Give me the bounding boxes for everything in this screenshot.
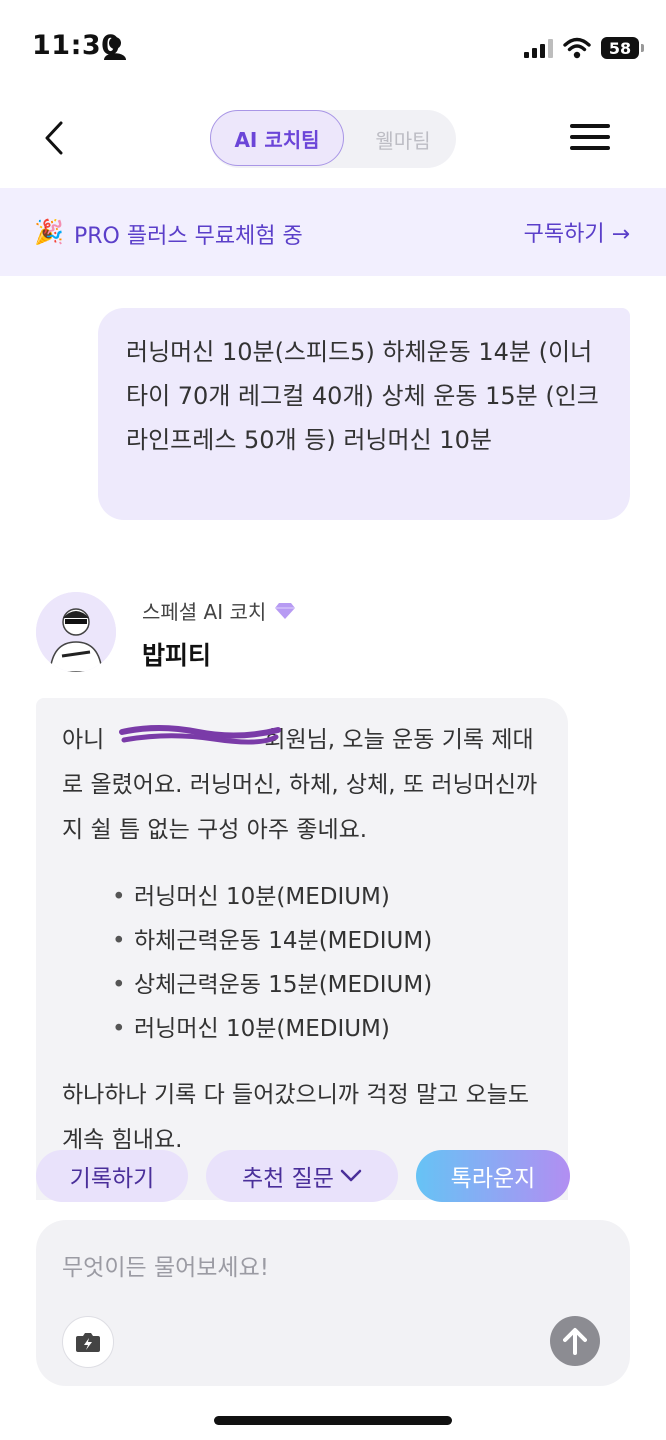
user-message-bubble: 러닝머신 10분(스피드5) 하체운동 14분 (이너타이 70개 레그컬 40… — [98, 308, 630, 520]
camera-button[interactable] — [62, 1316, 114, 1368]
person-icon — [104, 37, 126, 60]
coach-role-label: 스페셜 AI 코치 — [142, 600, 267, 624]
camera-icon — [76, 1333, 100, 1352]
list-item: 러닝머신 10분(MEDIUM) — [112, 875, 544, 919]
send-button[interactable] — [550, 1316, 600, 1366]
coach-avatar-image — [36, 592, 116, 672]
ai-intro-prefix: 아니 — [62, 727, 105, 753]
home-indicator — [214, 1416, 452, 1425]
team-switcher: AI 코치팀 웰마팀 — [210, 110, 456, 168]
message-composer — [36, 1220, 630, 1386]
status-indicators: 58 — [524, 34, 644, 62]
tab-wellma-team[interactable]: 웰마팀 — [350, 110, 456, 168]
list-item: 하체근력운동 14분(MEDIUM) — [112, 919, 544, 963]
diamond-badge-icon — [275, 602, 296, 619]
chevron-left-icon — [45, 121, 63, 155]
arrow-up-icon — [563, 1328, 587, 1355]
suggested-questions-label: 추천 질문 — [242, 1166, 334, 1192]
hamburger-menu-icon[interactable] — [570, 124, 610, 154]
battery-cap — [641, 44, 644, 52]
suggested-questions-button[interactable]: 추천 질문 — [206, 1150, 398, 1202]
coach-role: 스페셜 AI 코치 — [142, 596, 296, 625]
battery-icon: 58 — [601, 37, 639, 59]
subscribe-link[interactable]: 구독하기 → — [524, 216, 630, 248]
workout-list: 러닝머신 10분(MEDIUM) 하체근력운동 14분(MEDIUM) 상체근력… — [62, 875, 544, 1051]
top-nav: AI 코치팀 웰마팀 — [0, 96, 666, 188]
cellular-signal-icon — [524, 38, 553, 58]
message-input[interactable] — [62, 1248, 582, 1288]
tab-ai-coach-team[interactable]: AI 코치팀 — [210, 110, 344, 166]
coach-avatar — [36, 592, 116, 672]
talk-lounge-button[interactable]: 톡라운지 — [416, 1150, 570, 1202]
ai-message-bubble: 아니 회원님, 오늘 운동 기록 제대로 올렸어요. 러닝머신, 하체, 상체, … — [36, 698, 568, 1200]
wifi-icon — [563, 37, 591, 59]
chevron-down-icon — [340, 1169, 362, 1182]
status-bar: 11:30 58 — [0, 0, 666, 96]
record-button[interactable]: 기록하기 — [36, 1150, 188, 1202]
list-item: 상체근력운동 15분(MEDIUM) — [112, 963, 544, 1007]
redaction-scribble — [119, 725, 281, 745]
promo-banner: 🎉 PRO 플러스 무료체험 중 구독하기 → — [0, 188, 666, 276]
list-item: 러닝머신 10분(MEDIUM) — [112, 1007, 544, 1051]
promo-text: PRO 플러스 무료체험 중 — [74, 224, 303, 249]
party-popper-icon: 🎉 — [34, 218, 64, 246]
coach-name: 밥피티 — [142, 641, 212, 670]
back-button[interactable] — [34, 116, 74, 160]
